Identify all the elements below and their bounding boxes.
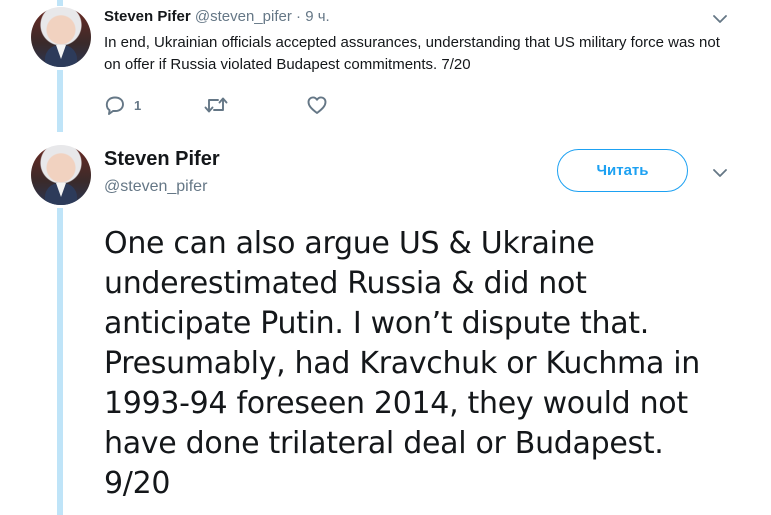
tweet-time[interactable]: 9 ч. [305,8,330,25]
like-icon [307,96,327,114]
avatar[interactable] [31,145,91,205]
chevron-down-icon[interactable] [713,12,727,26]
meta-separator: · [291,8,306,25]
reply-count: 1 [134,97,142,113]
author-handle[interactable]: @steven_pifer [195,8,292,25]
thread-line-1 [57,70,63,132]
tweet-text: One can also argue US & Ukraine underest… [104,226,701,501]
retweet-button[interactable] [204,94,228,116]
chevron-down-icon[interactable] [713,166,727,180]
thread-line-top [57,0,63,6]
author-name[interactable]: Steven Pifer [104,148,220,171]
like-button[interactable] [306,94,328,116]
retweet-icon [204,97,228,113]
thread-line-2 [57,208,63,515]
author-name[interactable]: Steven Pifer [104,8,191,25]
tweet-header: Steven Pifer @steven_pifer · 9 ч. [104,8,330,25]
follow-button[interactable]: Читать [557,149,688,192]
reply-button[interactable]: 1 [104,94,141,116]
reply-icon [105,96,124,115]
tweet-text: In end, Ukrainian officials accepted ass… [104,34,720,73]
author-handle[interactable]: @steven_pifer [104,178,207,196]
avatar[interactable] [31,7,91,67]
